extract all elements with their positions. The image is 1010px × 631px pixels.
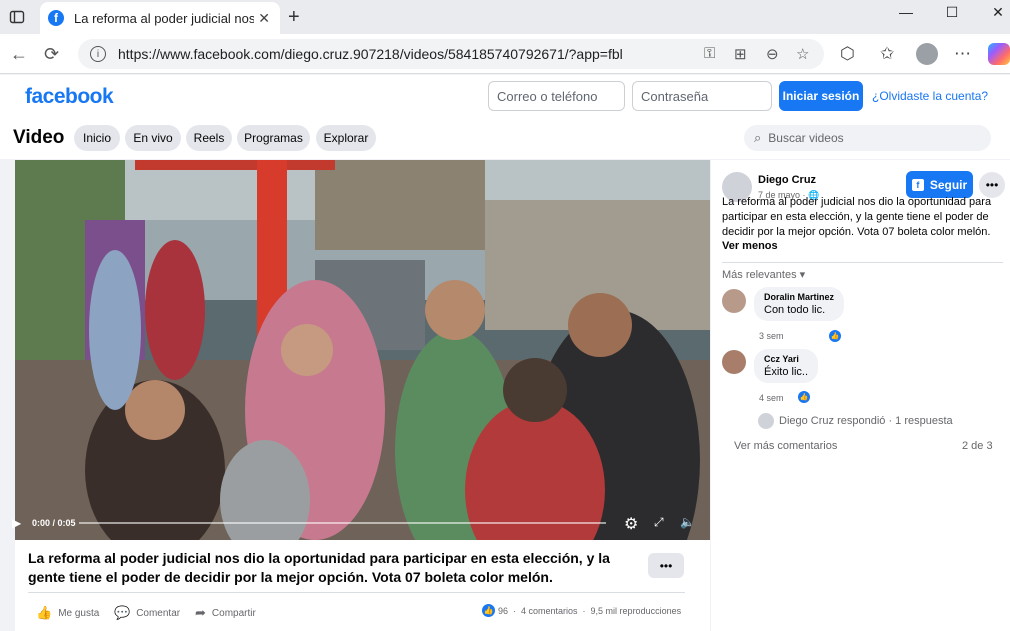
gear-icon[interactable]: ⚙ bbox=[624, 514, 638, 534]
minimize-button[interactable]: — bbox=[886, 4, 926, 20]
password-field[interactable]: Contraseña bbox=[632, 81, 772, 111]
reply-summary-text: Diego Cruz respondió · 1 respuesta bbox=[779, 415, 953, 427]
see-less-link[interactable]: Ver menos bbox=[722, 240, 778, 252]
tab-close-icon[interactable]: ✕ bbox=[258, 10, 270, 27]
like-reaction-icon: 👍 bbox=[798, 391, 810, 403]
favorites-icon[interactable]: ✩ bbox=[880, 44, 894, 64]
share-icon: ➦ bbox=[195, 605, 206, 620]
video-time: 0:00 / 0:05 bbox=[32, 518, 76, 528]
tab-title: La reforma al poder judicial nos d bbox=[74, 10, 254, 26]
comment-bubble: Doralin Martinez Con todo lic. bbox=[754, 287, 845, 321]
like-button[interactable]: 👍 Me gusta bbox=[36, 605, 99, 621]
comment-time[interactable]: 3 sem bbox=[759, 331, 784, 341]
play-icon[interactable]: ▶ bbox=[12, 516, 21, 530]
share-button[interactable]: ➦ Compartir bbox=[195, 605, 256, 621]
tab-en-vivo[interactable]: En vivo bbox=[125, 125, 181, 151]
video-nav-bar: Video Inicio En vivo Reels Programas Exp… bbox=[0, 119, 1010, 159]
browser-tab-active[interactable]: f La reforma al poder judicial nos d ✕ bbox=[40, 2, 280, 34]
comment-text: Éxito lic.. bbox=[764, 366, 809, 378]
follow-button[interactable]: f Seguir bbox=[906, 171, 973, 198]
site-info-icon[interactable]: i bbox=[90, 46, 106, 62]
app-grid-icon[interactable]: ⊞ bbox=[734, 45, 747, 63]
settings-more-icon[interactable]: ⋯ bbox=[954, 44, 971, 64]
profile-avatar[interactable] bbox=[916, 43, 938, 65]
password-placeholder: Contraseña bbox=[641, 88, 709, 104]
author-avatar bbox=[758, 413, 774, 429]
post-text: La reforma al poder judicial nos dio la … bbox=[722, 196, 992, 238]
tab-programas[interactable]: Programas bbox=[237, 125, 310, 151]
close-window-button[interactable]: ✕ bbox=[978, 4, 1010, 21]
author-name[interactable]: Diego Cruz bbox=[758, 174, 816, 186]
email-placeholder: Correo o teléfono bbox=[497, 88, 598, 104]
facebook-logo[interactable]: facebook bbox=[25, 85, 114, 109]
search-placeholder: Buscar videos bbox=[768, 131, 844, 145]
email-field[interactable]: Correo o teléfono bbox=[488, 81, 625, 111]
fullscreen-icon[interactable]: ⤢ bbox=[654, 515, 664, 530]
video-progress-bar[interactable] bbox=[79, 522, 606, 524]
search-icon: ⌕ bbox=[754, 130, 762, 145]
comment-sort-dropdown[interactable]: Más relevantes ▾ bbox=[722, 268, 805, 281]
commenter-avatar[interactable] bbox=[722, 289, 746, 313]
extensions-icon[interactable]: ⬡ bbox=[840, 44, 855, 64]
facebook-favicon-icon: f bbox=[48, 10, 64, 26]
volume-icon[interactable]: 🔈 bbox=[680, 515, 695, 529]
zoom-icon[interactable]: ⊖ bbox=[766, 45, 779, 63]
comment-bubble: Ccz Yari Éxito lic.. bbox=[754, 349, 819, 383]
share-label: Compartir bbox=[211, 607, 256, 619]
new-tab-button[interactable]: + bbox=[288, 6, 300, 29]
favorite-star-icon[interactable]: ☆ bbox=[796, 45, 809, 63]
video-frame-image bbox=[15, 160, 710, 540]
video-stats: 👍 96 · 4 comentarios · 9,5 mil reproducc… bbox=[482, 604, 682, 617]
back-arrow-icon[interactable]: ← bbox=[10, 44, 28, 65]
divider bbox=[722, 262, 1003, 263]
video-more-button[interactable]: ••• bbox=[648, 553, 684, 578]
like-reaction-icon: 👍 bbox=[829, 330, 841, 342]
video-search-input[interactable]: ⌕ Buscar videos bbox=[744, 125, 991, 151]
tab-actions-icon[interactable] bbox=[8, 8, 26, 26]
login-button[interactable]: Iniciar sesión bbox=[779, 81, 863, 111]
comment-button[interactable]: 💬 Comentar bbox=[114, 605, 180, 621]
comment-pager: 2 de 3 bbox=[962, 440, 993, 452]
follow-label: Seguir bbox=[929, 177, 968, 192]
reload-icon[interactable]: ⟳ bbox=[44, 44, 59, 65]
facebook-icon: f bbox=[911, 178, 924, 191]
page-title: Video bbox=[13, 127, 65, 148]
see-more-comments-link[interactable]: Ver más comentarios bbox=[734, 440, 837, 452]
facebook-header: facebook Correo o teléfono Contraseña In… bbox=[0, 75, 1010, 119]
address-bar[interactable]: i https://www.facebook.com/diego.cruz.90… bbox=[78, 39, 824, 69]
like-reaction-icon: 👍 bbox=[482, 604, 495, 617]
maximize-button[interactable]: ☐ bbox=[932, 4, 972, 21]
comment-icon: 💬 bbox=[114, 605, 131, 620]
url-text: https://www.facebook.com/diego.cruz.9072… bbox=[118, 46, 623, 62]
comment-time[interactable]: 4 sem bbox=[759, 393, 784, 403]
reply-summary[interactable]: Diego Cruz respondió · 1 respuesta bbox=[758, 413, 953, 429]
thumbs-up-icon: 👍 bbox=[36, 605, 53, 620]
video-title: La reforma al poder judicial nos dio la … bbox=[28, 550, 610, 585]
copilot-icon[interactable] bbox=[988, 43, 1010, 65]
divider bbox=[28, 592, 685, 593]
forgot-account-link[interactable]: ¿Olvidaste la cuenta? bbox=[872, 89, 988, 103]
likes-count[interactable]: 96 bbox=[498, 606, 508, 616]
like-label: Me gusta bbox=[58, 607, 100, 619]
commenter-avatar[interactable] bbox=[722, 350, 746, 374]
browser-tab-bar: f La reforma al poder judicial nos d ✕ +… bbox=[0, 0, 1010, 34]
key-icon[interactable]: ⚿ bbox=[704, 45, 715, 62]
views-count: 9,5 mil reproducciones bbox=[590, 605, 682, 616]
comment-text: Con todo lic. bbox=[764, 304, 826, 316]
commenter-name[interactable]: Doralin Martinez bbox=[764, 292, 834, 302]
tab-reels[interactable]: Reels bbox=[186, 125, 232, 151]
tab-explorar[interactable]: Explorar bbox=[316, 125, 376, 151]
comments-count[interactable]: 4 comentarios bbox=[521, 606, 578, 616]
comment-label: Comentar bbox=[136, 607, 181, 619]
commenter-name[interactable]: Ccz Yari bbox=[764, 354, 808, 364]
video-player[interactable] bbox=[15, 160, 710, 540]
tab-inicio[interactable]: Inicio bbox=[74, 125, 120, 151]
browser-toolbar: ← ⟳ i https://www.facebook.com/diego.cru… bbox=[0, 34, 1010, 74]
